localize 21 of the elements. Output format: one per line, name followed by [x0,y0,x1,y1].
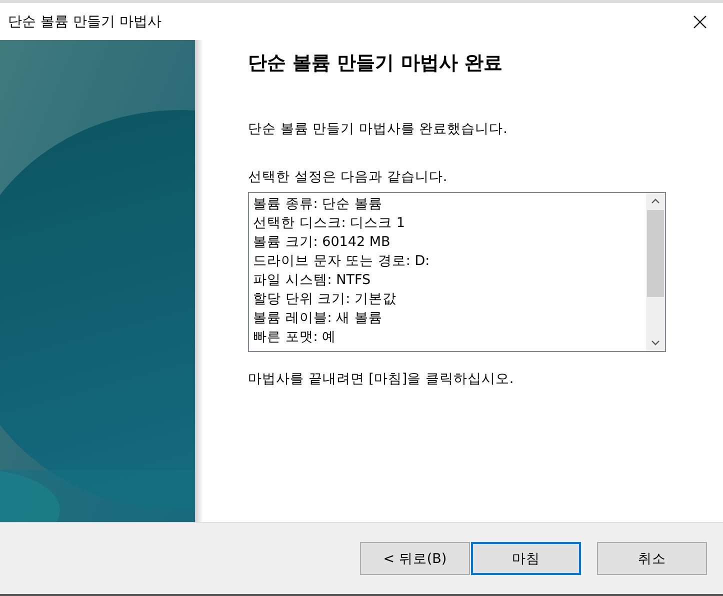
setting-line: 선택한 디스크: 디스크 1 [253,214,406,233]
wizard-button[interactable]: < 뒤로(B) [360,542,470,575]
wizard-button[interactable]: 마침 [471,542,581,575]
wizard-heading: 단순 볼륨 만들기 마법사 완료 [248,51,504,76]
setting-line: 볼륨 크기: 60142 MB [253,233,392,252]
window-title: 단순 볼륨 만들기 마법사 [8,12,162,30]
settings-label: 선택한 설정은 다음과 같습니다. [248,168,448,186]
setting-line: 빠른 포맷: 예 [253,328,338,347]
setting-line: 볼륨 레이블: 새 볼륨 [253,309,384,328]
scroll-thumb[interactable] [647,210,664,297]
completion-message: 단순 볼륨 만들기 마법사를 완료했습니다. [248,120,508,138]
close-icon[interactable] [693,14,707,28]
setting-line: 할당 단위 크기: 기본값 [253,290,398,309]
scroll-up-icon[interactable] [651,198,660,204]
setting-line: 드라이브 문자 또는 경로: D: [253,252,431,271]
scroll-down-icon[interactable] [651,340,660,346]
wizard-button[interactable]: 취소 [597,542,707,575]
setting-line: 파일 시스템: NTFS [253,271,372,290]
finish-hint: 마법사를 끝내려면 [마침]을 클릭하십시오. [248,370,515,388]
scrollbar[interactable] [646,193,665,351]
setting-line: 볼륨 종류: 단순 볼륨 [253,195,384,214]
